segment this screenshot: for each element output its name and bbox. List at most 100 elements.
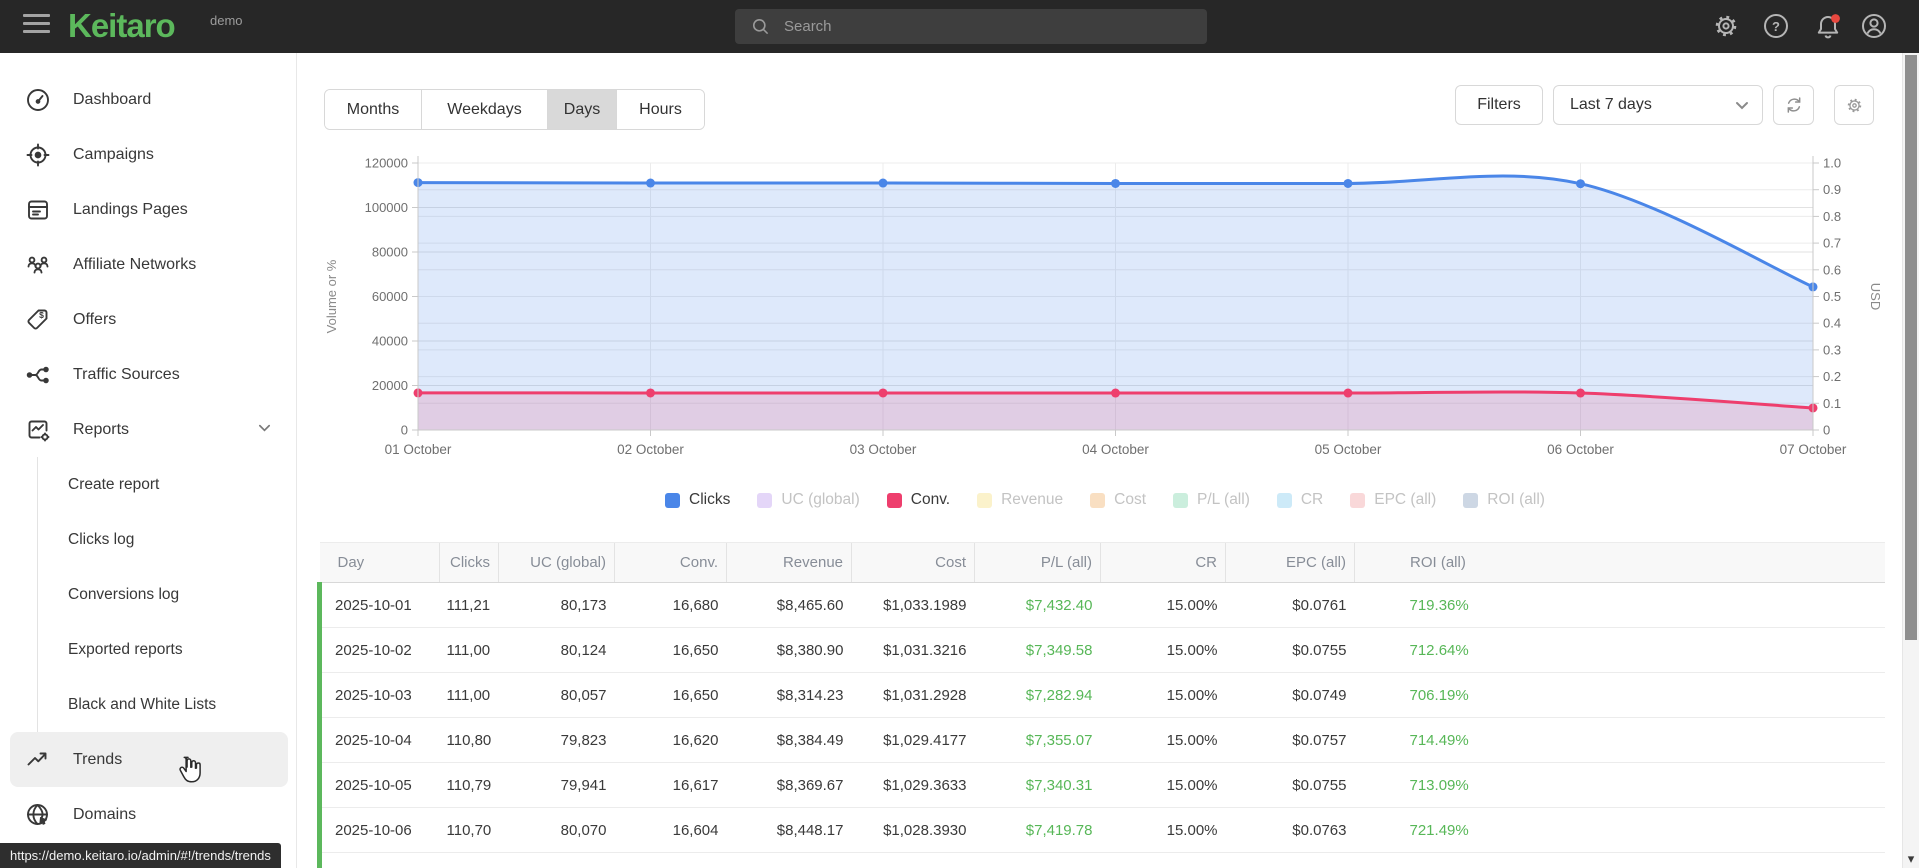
hamburger-menu-icon[interactable] <box>23 14 50 38</box>
cell-conv: 16,617 <box>614 762 727 808</box>
cell-uc-global: 79,941 <box>498 762 615 808</box>
sidebar-item-label: Black and White Lists <box>68 695 217 713</box>
cell-revenue: $8,448.17 <box>726 807 852 853</box>
svg-text:0.6: 0.6 <box>1823 262 1841 277</box>
sidebar-item-traffic-sources[interactable]: Traffic Sources <box>10 347 288 402</box>
sidebar-item-landings-pages[interactable]: Landings Pages <box>10 182 288 237</box>
legend-label: UC (global) <box>781 491 860 508</box>
legend-item-clicks[interactable]: Clicks <box>665 491 730 509</box>
cell-epc-all: $0.0761 <box>1225 582 1355 628</box>
sidebar-item-label: Dashboard <box>73 90 152 108</box>
sidebar-item-campaigns[interactable]: Campaigns <box>10 127 288 182</box>
column-header-epc-all: EPC (all) <box>1225 542 1355 583</box>
cell-p-l-all: $7,355.07 <box>974 717 1101 763</box>
scroll-down-arrow[interactable]: ▾ <box>1903 850 1919 868</box>
tab-hours[interactable]: Hours <box>616 90 704 129</box>
legend-item-conv[interactable]: Conv. <box>886 491 950 509</box>
cell-cost: $1,033.1989 <box>851 582 975 628</box>
legend-item-uc-global[interactable]: UC (global) <box>757 491 860 509</box>
cell-uc-global: 80,124 <box>498 627 615 673</box>
sidebar-item-dashboard[interactable]: Dashboard <box>10 72 288 127</box>
search-icon <box>752 18 769 35</box>
tab-days[interactable]: Days <box>547 90 616 129</box>
legend-swatch <box>1276 492 1292 508</box>
date-range-select[interactable]: Last 7 days <box>1553 85 1763 125</box>
legend-swatch <box>757 492 773 508</box>
chart-settings-button[interactable] <box>1834 85 1874 125</box>
account-icon[interactable] <box>1861 13 1887 39</box>
campaigns-icon <box>25 142 51 168</box>
sidebar-item-label: Campaigns <box>73 145 154 163</box>
cell-day: 2025-10-06 <box>317 807 440 853</box>
sidebar-item-clicks-log[interactable]: Clicks log <box>10 512 288 567</box>
column-header-conv: Conv. <box>614 542 727 583</box>
sidebar-item-label: Landings Pages <box>73 200 188 218</box>
cell-conv: 8,449 <box>614 852 727 868</box>
cell-p-l-all: $7,340.31 <box>974 762 1101 808</box>
cell-epc-all: $0.0755 <box>1225 762 1355 808</box>
sidebar-item-domains[interactable]: Domains <box>10 787 288 842</box>
column-header-clicks: Clicks <box>439 542 499 583</box>
cell-cost: $1,031.2928 <box>851 672 975 718</box>
cell-cr: 15.00% <box>1100 717 1226 763</box>
table-row: 2025-10-03 111,00 80,057 16,650 $8,314.23 $1,… <box>317 672 1885 718</box>
sidebar-item-label: Create report <box>68 475 160 493</box>
legend-swatch <box>1350 492 1366 508</box>
sidebar-item-affiliate-networks[interactable]: Affiliate Networks <box>10 237 288 292</box>
cell-epc-all: $0.0746 <box>1225 852 1355 868</box>
sidebar-item-black-and-white-lists[interactable]: Black and White Lists <box>10 677 288 732</box>
cell-epc-all: $0.0749 <box>1225 672 1355 718</box>
cell-clicks: 111,00 <box>439 672 499 718</box>
legend-item-roi-all[interactable]: ROI (all) <box>1463 491 1545 509</box>
legend-item-cr[interactable]: CR <box>1276 491 1324 509</box>
sidebar-item-label: Trends <box>73 750 123 768</box>
help-icon[interactable]: ? <box>1763 13 1789 39</box>
sidebar-item-exported-reports[interactable]: Exported reports <box>10 622 288 677</box>
cell-cr: 15.00% <box>1100 582 1226 628</box>
filters-button[interactable]: Filters <box>1455 85 1543 125</box>
legend-item-cost[interactable]: Cost <box>1090 491 1146 509</box>
cell-revenue: $1,089.94 <box>726 852 852 868</box>
cell-cost: $1,028.3930 <box>851 807 975 853</box>
sidebar-item-reports[interactable]: Reports <box>10 402 288 457</box>
svg-text:0.2: 0.2 <box>1823 369 1841 384</box>
dashboard-icon <box>25 87 51 113</box>
search-box[interactable] <box>735 9 1207 44</box>
cell-uc-global: 79,823 <box>498 717 615 763</box>
svg-text:40000: 40000 <box>372 334 408 349</box>
cell-revenue: $8,380.90 <box>726 627 852 673</box>
sidebar-item-offers[interactable]: $ Offers <box>10 292 288 347</box>
keitaro-logo[interactable]: Keitaro <box>68 7 176 45</box>
cell-roi-all: 733.7% <box>1354 852 1885 868</box>
legend-label: ROI (all) <box>1487 491 1545 508</box>
cell-epc-all: $0.0757 <box>1225 717 1355 763</box>
sidebar-item-label: Exported reports <box>68 640 183 658</box>
svg-text:20000: 20000 <box>372 378 408 393</box>
svg-text:0.3: 0.3 <box>1823 342 1841 357</box>
legend-item-revenue[interactable]: Revenue <box>977 491 1063 509</box>
svg-text:06 October: 06 October <box>1547 442 1614 457</box>
table-row: 2025-10-04 110,80 79,823 16,620 $8,384.49 $1,… <box>317 717 1885 763</box>
search-input[interactable] <box>782 17 1166 36</box>
svg-text:0: 0 <box>401 423 408 438</box>
legend-item-p-l-all[interactable]: P/L (all) <box>1173 491 1250 509</box>
scrollbar-thumb[interactable] <box>1905 55 1917 640</box>
sidebar-item-label: Conversions log <box>68 585 180 603</box>
cell-conv: 16,680 <box>614 582 727 628</box>
svg-text:07 October: 07 October <box>1780 442 1847 457</box>
refresh-button[interactable] <box>1773 85 1814 125</box>
sidebar-item-create-report[interactable]: Create report <box>10 457 288 512</box>
notifications-bell-icon[interactable] <box>1814 13 1840 39</box>
cell-revenue: $8,384.49 <box>726 717 852 763</box>
legend-label: CR <box>1300 491 1324 508</box>
sidebar-item-conversions-log[interactable]: Conversions log <box>10 567 288 622</box>
settings-gear-icon[interactable] <box>1713 13 1739 39</box>
cell-p-l-all: $7,349.58 <box>974 627 1101 673</box>
cell-conv: 16,604 <box>614 807 727 853</box>
tab-months[interactable]: Months <box>325 90 421 129</box>
legend-item-epc-all[interactable]: EPC (all) <box>1350 491 1436 509</box>
sidebar-item-trends[interactable]: Trends <box>10 732 288 787</box>
sidebar-item-label: Domains <box>73 805 137 823</box>
cell-cr: 15.00% <box>1100 807 1226 853</box>
tab-weekdays[interactable]: Weekdays <box>421 90 547 129</box>
